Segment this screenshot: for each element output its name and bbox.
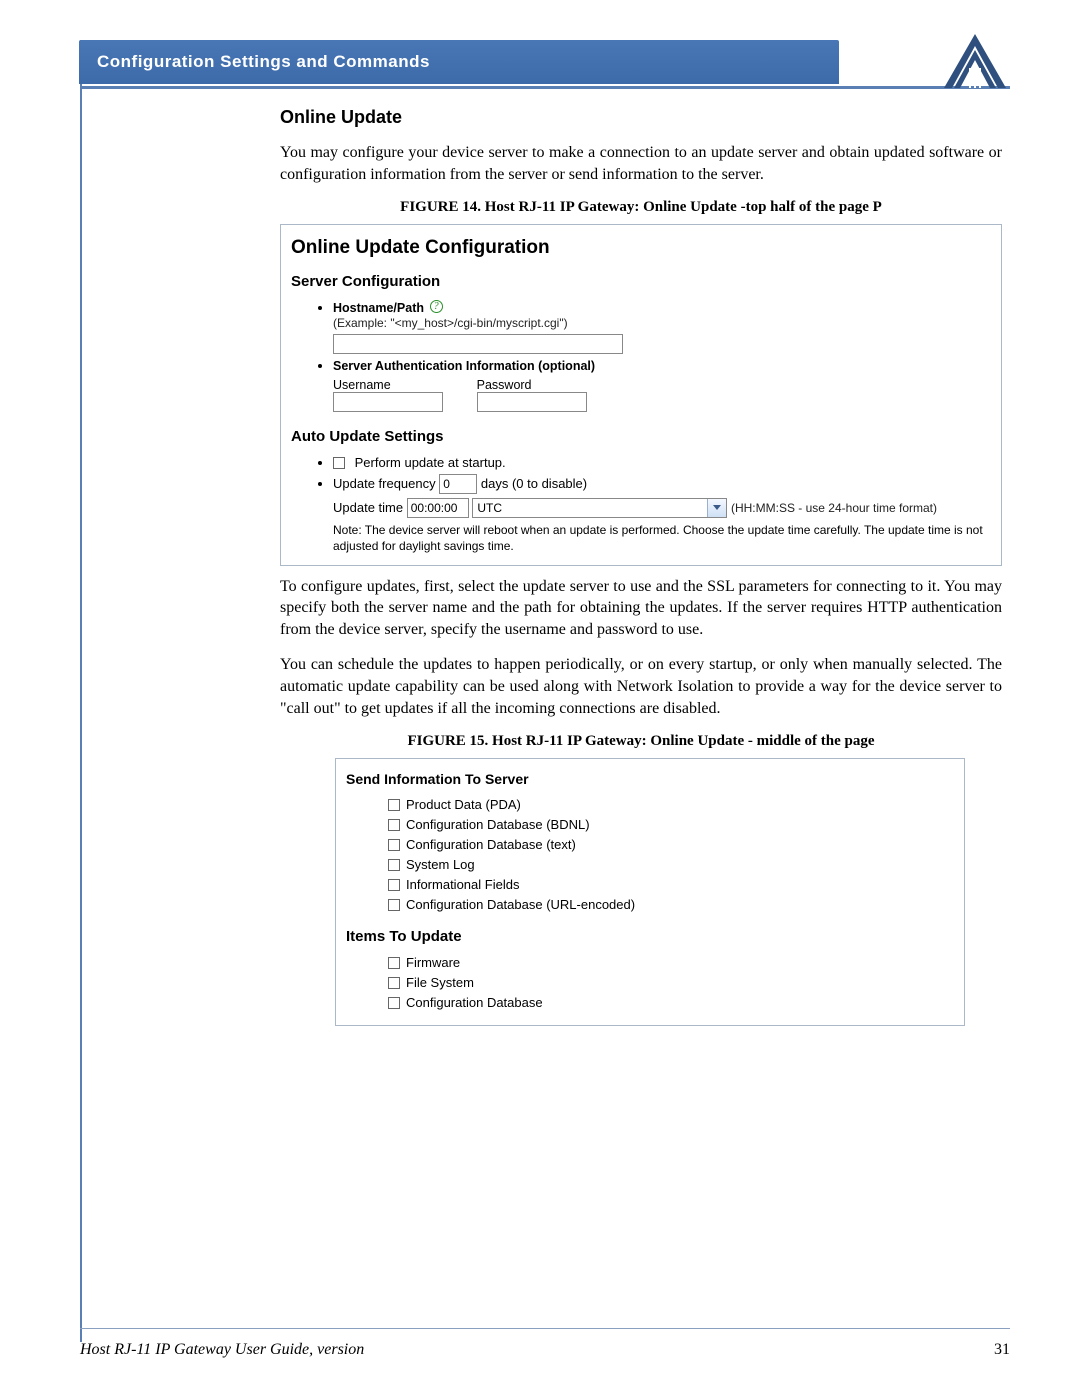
update-item-2: Configuration Database bbox=[406, 995, 543, 1010]
time-hint: (HH:MM:SS - use 24-hour time format) bbox=[731, 501, 937, 515]
server-config-subtitle: Server Configuration bbox=[291, 273, 991, 290]
help-icon[interactable]: ? bbox=[430, 300, 443, 313]
section-heading: Online Update bbox=[280, 107, 1002, 128]
page: Configuration Settings and Commands Onli… bbox=[0, 0, 1080, 1397]
timezone-select[interactable]: UTC bbox=[472, 498, 727, 518]
auto-update-subtitle: Auto Update Settings bbox=[291, 428, 991, 445]
items-update-title: Items To Update bbox=[346, 928, 954, 945]
cfg-text-checkbox[interactable] bbox=[388, 839, 400, 851]
intro-paragraph: You may configure your device server to … bbox=[280, 142, 1002, 185]
update-item-0: Firmware bbox=[406, 955, 460, 970]
username-label: Username bbox=[333, 378, 391, 392]
header-underline bbox=[80, 86, 1010, 89]
main-content: Online Update You may configure your dev… bbox=[280, 107, 1002, 1026]
pda-checkbox[interactable] bbox=[388, 799, 400, 811]
send-item-3: System Log bbox=[406, 857, 475, 872]
cfg-db-checkbox[interactable] bbox=[388, 997, 400, 1009]
footer-rule bbox=[80, 1328, 1010, 1329]
password-label: Password bbox=[477, 378, 532, 392]
freq-post-label: days (0 to disable) bbox=[481, 476, 587, 491]
para2: To configure updates, first, select the … bbox=[280, 576, 1002, 641]
info-fields-checkbox[interactable] bbox=[388, 879, 400, 891]
freq-pre-label: Update frequency bbox=[333, 476, 436, 491]
perform-startup-item: Perform update at startup. bbox=[333, 455, 991, 470]
hostname-label: Hostname/Path bbox=[333, 301, 424, 315]
update-frequency-item: Update frequency days (0 to disable) bbox=[333, 474, 991, 494]
send-item-5: Configuration Database (URL-encoded) bbox=[406, 897, 635, 912]
update-item-1: File System bbox=[406, 975, 474, 990]
firmware-checkbox[interactable] bbox=[388, 957, 400, 969]
send-info-list: Product Data (PDA) Configuration Databas… bbox=[388, 797, 954, 912]
update-time-row: Update time UTC (HH:MM:SS - use 24-hour … bbox=[333, 498, 991, 518]
frequency-input[interactable] bbox=[439, 474, 477, 494]
para3: You can schedule the updates to happen p… bbox=[280, 654, 1002, 719]
send-item-4: Informational Fields bbox=[406, 877, 519, 892]
fig14-title: Online Update Configuration bbox=[291, 237, 991, 259]
page-number: 31 bbox=[994, 1341, 1010, 1359]
left-rule bbox=[80, 40, 82, 1342]
figure15-caption: FIGURE 15. Host RJ-11 IP Gateway: Online… bbox=[280, 733, 1002, 750]
header-title: Configuration Settings and Commands bbox=[97, 52, 430, 72]
send-item-2: Configuration Database (text) bbox=[406, 837, 576, 852]
auth-label: Server Authentication Information (optio… bbox=[333, 359, 595, 373]
figure15-box: Send Information To Server Product Data … bbox=[335, 758, 965, 1026]
page-footer: Host RJ-11 IP Gateway User Guide, versio… bbox=[80, 1341, 1010, 1359]
hostname-input[interactable] bbox=[333, 334, 623, 354]
perform-startup-label: Perform update at startup. bbox=[355, 455, 506, 470]
figure14-box: Online Update Configuration Server Confi… bbox=[280, 224, 1002, 565]
update-items-list: Firmware File System Configuration Datab… bbox=[388, 955, 954, 1010]
cfg-url-checkbox[interactable] bbox=[388, 899, 400, 911]
bdnl-checkbox[interactable] bbox=[388, 819, 400, 831]
update-note: Note: The device server will reboot when… bbox=[333, 522, 991, 554]
auth-item: Server Authentication Information (optio… bbox=[333, 358, 991, 412]
page-header: Configuration Settings and Commands bbox=[80, 40, 1010, 89]
send-item-1: Configuration Database (BDNL) bbox=[406, 817, 590, 832]
figure14-caption: FIGURE 14. Host RJ-11 IP Gateway: Online… bbox=[280, 199, 1002, 216]
chevron-down-icon bbox=[713, 505, 721, 510]
time-pre-label: Update time bbox=[333, 500, 403, 515]
perform-startup-checkbox[interactable] bbox=[333, 457, 345, 469]
footer-title: Host RJ-11 IP Gateway User Guide, versio… bbox=[80, 1341, 364, 1359]
username-input[interactable] bbox=[333, 392, 443, 412]
syslog-checkbox[interactable] bbox=[388, 859, 400, 871]
update-time-input[interactable] bbox=[407, 498, 469, 518]
send-item-0: Product Data (PDA) bbox=[406, 797, 521, 812]
brand-logo-icon bbox=[940, 32, 1010, 92]
send-info-title: Send Information To Server bbox=[346, 771, 954, 787]
hostname-item: Hostname/Path ? (Example: "<my_host>/cgi… bbox=[333, 300, 991, 354]
password-input[interactable] bbox=[477, 392, 587, 412]
hostname-example: (Example: "<my_host>/cgi-bin/myscript.cg… bbox=[333, 316, 568, 330]
timezone-value: UTC bbox=[477, 501, 502, 515]
header-title-bar: Configuration Settings and Commands bbox=[79, 40, 839, 84]
filesystem-checkbox[interactable] bbox=[388, 977, 400, 989]
